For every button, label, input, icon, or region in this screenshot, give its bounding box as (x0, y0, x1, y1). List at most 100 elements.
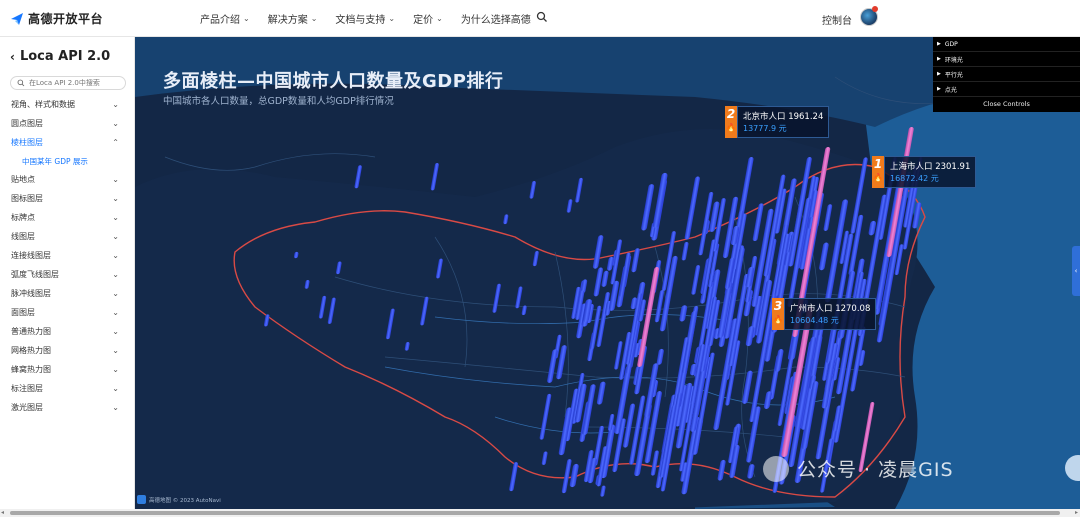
fire-icon: 🔥 (873, 173, 883, 182)
control-point-light[interactable]: ▶ 点光 (933, 82, 1080, 97)
sidebar-item-label: 贴地点 (11, 175, 35, 184)
triangle-right-icon: ▶ (937, 71, 941, 77)
rank-number: 2 (726, 107, 736, 121)
prism-bar (521, 305, 527, 316)
sidebar-item-label: 网格热力图 (11, 346, 51, 355)
nav-label: 解决方案 (267, 15, 308, 26)
sidebar-subitem-gdp[interactable]: 中国某年 GDP 展示 (0, 152, 135, 170)
search-icon[interactable] (536, 11, 548, 23)
search-icon (17, 79, 25, 87)
prism-bar (509, 462, 519, 492)
horizontal-scrollbar[interactable]: ◂ ▸ (0, 509, 1080, 517)
chevron-down-icon: ⌄ (112, 119, 119, 128)
chevron-down-icon: ⌄ (112, 194, 119, 203)
scroll-left-icon[interactable]: ◂ (1, 509, 4, 516)
prism-bar (763, 391, 772, 409)
sidebar-item-grid-heatmap[interactable]: 网格热力图 ⌄ (0, 341, 135, 360)
watermark-text: 公众号 · 凌晨GIS (797, 459, 954, 481)
top-navigation: 高德开放平台 产品介绍 ⌄ 解决方案 ⌄ 文档与支持 ⌄ 定价 ⌄ 为什么选择高… (0, 0, 1080, 37)
prism-bar (304, 280, 310, 289)
rank-badge: 2 🔥 (725, 106, 737, 138)
prism-bar (819, 242, 829, 271)
triangle-right-icon: ▶ (937, 41, 941, 47)
sidebar: ‹ Loca API 2.0 视角、样式和数据 ⌄ 圆点图层 ⌄ 棱柱图层 ⌃ … (0, 37, 135, 509)
sidebar-item-ground-point[interactable]: 贴地点 ⌄ (0, 170, 135, 189)
chevron-down-icon: ⌄ (112, 213, 119, 222)
map-title: 多面棱柱—中国城市人口数量及GDP排行 (163, 71, 504, 92)
scrollbar-thumb[interactable] (10, 511, 1060, 515)
sidebar-item-line-layer[interactable]: 线图层 ⌄ (0, 227, 135, 246)
chevron-down-icon: ⌄ (112, 308, 119, 317)
sidebar-item-laser-layer[interactable]: 激光图层 ⌄ (0, 398, 135, 417)
prism-bar (503, 214, 509, 225)
sidebar-item-pulse-line-layer[interactable]: 脉冲线图层 ⌄ (0, 284, 135, 303)
prism-bar (539, 393, 552, 440)
side-panel-toggle[interactable]: ‹ (1072, 246, 1080, 296)
prism-bar (681, 242, 689, 261)
prism-bar (823, 204, 833, 231)
map-canvas[interactable]: 多面棱柱—中国城市人口数量及GDP排行 中国城市各人口数量，总GDP数量和人均G… (135, 37, 1080, 509)
fire-icon: 🔥 (726, 123, 736, 132)
sidebar-item-label: 圆点图层 (11, 119, 43, 128)
sidebar-item-label: 标牌点 (11, 213, 35, 222)
nav-pricing[interactable]: 定价 ⌄ (413, 11, 443, 26)
prism-bar (656, 348, 664, 365)
console-link[interactable]: 控制台 (822, 12, 852, 27)
rank-number: 1 (873, 157, 883, 171)
sidebar-item-label: 激光图层 (11, 403, 43, 412)
control-panel: ▶ GDP ▶ 环境光 ▶ 平行光 ▶ 点光 Close Controls (933, 37, 1080, 112)
nav-product[interactable]: 产品介绍 ⌄ (200, 11, 250, 26)
prism-bar (541, 451, 548, 465)
sidebar-item-sign-point[interactable]: 标牌点 ⌄ (0, 208, 135, 227)
chevron-down-icon: ⌄ (436, 14, 443, 23)
chevron-down-icon: ⌄ (112, 346, 119, 355)
chevron-left-icon[interactable]: ‹ (10, 50, 15, 64)
sidebar-item-label: 视角、样式和数据 (11, 100, 75, 109)
control-label: GDP (944, 40, 958, 48)
control-ambient-light[interactable]: ▶ 环境光 (933, 52, 1080, 67)
nav-solutions[interactable]: 解决方案 ⌄ (268, 11, 318, 26)
sidebar-item-view-style-data[interactable]: 视角、样式和数据 ⌄ (0, 95, 135, 114)
sidebar-item-heatmap[interactable]: 普通热力图 ⌄ (0, 322, 135, 341)
sidebar-search-input[interactable] (29, 79, 124, 87)
prism-bar (547, 349, 558, 383)
brand-logo[interactable]: 高德开放平台 (10, 10, 103, 27)
sidebar-title-text: Loca API 2.0 (19, 49, 111, 64)
sidebar-item-arc-layer[interactable]: 弧度飞线图层 ⌄ (0, 265, 135, 284)
scroll-right-icon[interactable]: ▸ (1075, 509, 1078, 516)
sidebar-item-prism-layer[interactable]: 棱柱图层 ⌃ (0, 133, 135, 152)
sidebar-item-icon-layer[interactable]: 图标图层 ⌄ (0, 189, 135, 208)
prism-bar (430, 162, 439, 191)
nav-why[interactable]: 为什么选择高德 (461, 11, 531, 26)
sidebar-item-hex-heatmap[interactable]: 蜂窝热力图 ⌄ (0, 360, 135, 379)
prism-bar (492, 283, 501, 313)
prism-bar (293, 251, 299, 259)
sidebar-item-label-layer[interactable]: 标注图层 ⌄ (0, 379, 135, 398)
sidebar-item-link-layer[interactable]: 连接线图层 ⌄ (0, 246, 135, 265)
prism-bar (596, 381, 606, 405)
sidebar-item-label: 线图层 (11, 232, 35, 241)
triangle-right-icon: ▶ (937, 56, 941, 62)
nav-label: 定价 (413, 15, 434, 26)
prism-bar (515, 286, 523, 309)
watermark: 公众号 · 凌晨GIS (763, 455, 954, 482)
rank-city: 广州市人口 1270.08 (790, 303, 871, 314)
control-label: 环境光 (944, 56, 963, 64)
prism-bar (566, 199, 573, 213)
sidebar-title[interactable]: ‹ Loca API 2.0 (10, 49, 110, 64)
sidebar-search[interactable] (10, 76, 126, 90)
rank-gdp: 13777.9 元 (743, 124, 787, 134)
sidebar-item-polygon-layer[interactable]: 面图层 ⌄ (0, 303, 135, 322)
rank-gdp: 10604.48 元 (790, 316, 839, 326)
chevron-down-icon: ⌄ (112, 270, 119, 279)
control-gdp[interactable]: ▶ GDP (933, 37, 1080, 52)
control-directional-light[interactable]: ▶ 平行光 (933, 67, 1080, 82)
triangle-right-icon: ▶ (937, 86, 941, 92)
nav-docs[interactable]: 文档与支持 ⌄ (335, 11, 395, 26)
close-controls-button[interactable]: Close Controls (933, 97, 1080, 111)
prism-bar (336, 261, 342, 275)
chevron-down-icon: ⌄ (112, 365, 119, 374)
sidebar-item-point-layer[interactable]: 圆点图层 ⌄ (0, 114, 135, 133)
sidebar-list: 视角、样式和数据 ⌄ 圆点图层 ⌄ 棱柱图层 ⌃ 中国某年 GDP 展示 贴地点… (0, 95, 135, 417)
prism-bar (529, 180, 536, 199)
